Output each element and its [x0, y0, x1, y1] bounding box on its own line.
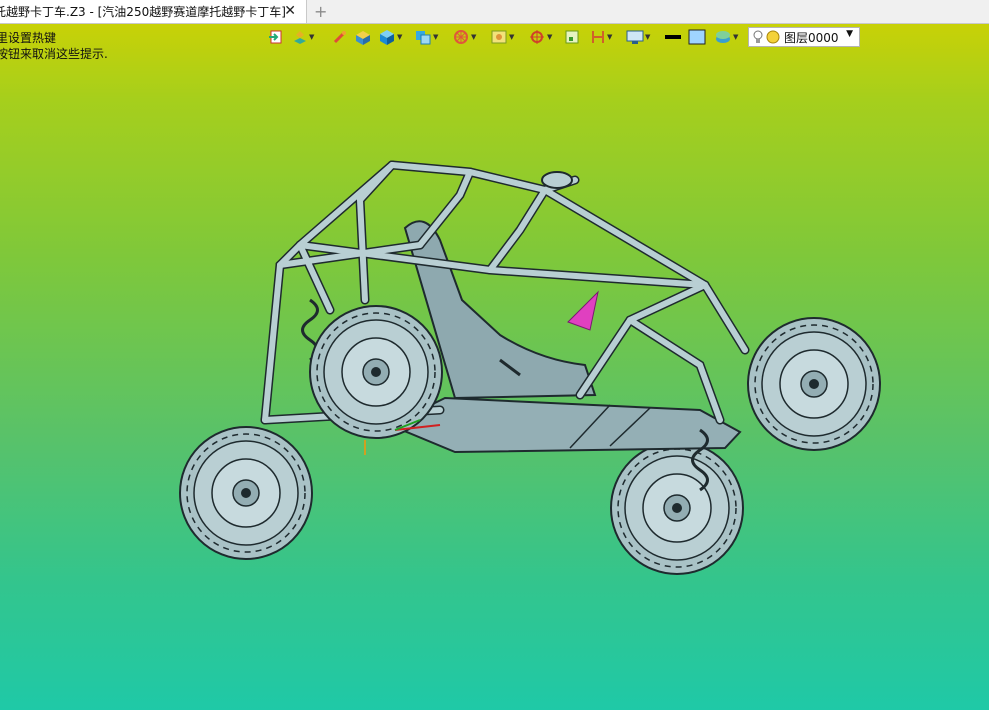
wheel-rear-right [309, 305, 443, 439]
3d-viewport[interactable] [0, 23, 989, 710]
roof-light [541, 171, 573, 189]
new-tab-button[interactable]: + [314, 2, 327, 21]
floor-pan [387, 396, 742, 454]
wheel-front-left [610, 441, 744, 575]
document-tab[interactable]: 托越野卡丁车.Z3 - [汽油250越野赛道摩托越野卡丁车] ✕ [0, 0, 307, 23]
steering-accent [567, 290, 599, 331]
close-icon[interactable]: ✕ [284, 3, 296, 19]
document-tab-title: 托越野卡丁车.Z3 - [汽油250越野赛道摩托越野卡丁车] [0, 5, 286, 19]
wheel-rear-left [179, 426, 313, 560]
tab-bar: 托越野卡丁车.Z3 - [汽油250越野赛道摩托越野卡丁车] ✕ + [0, 0, 989, 24]
wheel-front-right [747, 317, 881, 451]
